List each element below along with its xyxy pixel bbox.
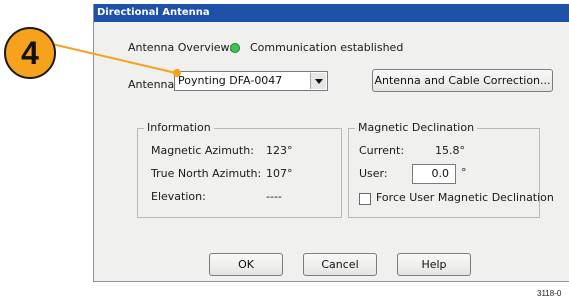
step-number-badge: 4 [4,27,56,79]
figure-reference-id: 3118-0 [537,289,562,298]
callout-leader-line [51,43,181,77]
